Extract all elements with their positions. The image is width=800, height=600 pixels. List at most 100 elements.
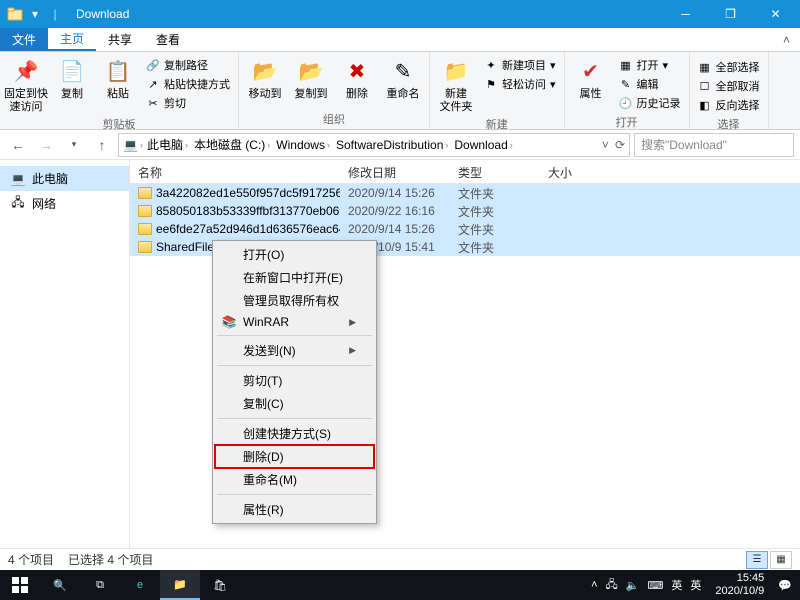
view-icons[interactable]: ▦ [770,551,792,569]
up-button[interactable]: ↑ [90,133,114,157]
col-date[interactable]: 修改日期 [340,160,450,183]
paste-icon: 📋 [104,58,132,86]
column-headers[interactable]: 名称 修改日期 类型 大小 [130,160,800,184]
copy-path-button[interactable]: 🔗复制路径 [142,56,234,74]
ctx-admin[interactable]: 管理员取得所有权 [215,289,374,312]
newitem-button[interactable]: ✦新建项目 ▾ [480,56,560,74]
back-button[interactable]: ← [6,133,30,157]
selectall-button[interactable]: ▦全部选择 [694,58,764,76]
cut-button[interactable]: ✂剪切 [142,94,234,112]
ctx-rename[interactable]: 重命名(M) [215,468,374,491]
dropdown-icon[interactable]: ˅ [602,138,609,152]
tab-share[interactable]: 共享 [96,28,144,51]
folder-icon [138,187,152,199]
close-button[interactable]: ✕ [753,0,798,28]
invert-button[interactable]: ◧反向选择 [694,96,764,114]
selectnone-icon: ☐ [698,79,712,93]
tray-ime-lang2[interactable]: 英 [690,577,701,593]
pin-button[interactable]: 📌固定到快 速访问 [4,54,48,114]
address-bar[interactable]: 💻 › 此电脑› 本地磁盘 (C:)› Windows› SoftwareDis… [118,133,630,157]
crumb[interactable]: 此电脑› [145,136,190,153]
start-button[interactable] [0,570,40,600]
view-details[interactable]: ☰ [746,551,768,569]
crumb[interactable]: Windows› [274,138,332,152]
forward-button[interactable]: → [34,133,58,157]
copyto-button[interactable]: 📂复制到 [289,54,333,101]
col-name[interactable]: 名称 [130,160,340,183]
winrar-icon: 📚 [221,314,237,330]
paste-shortcut-button[interactable]: ↗粘贴快捷方式 [142,75,234,93]
tray-volume-icon[interactable]: 🔈 [626,579,640,592]
table-row[interactable]: 3a422082ed1e550f957dc5f9172568622020/9/1… [130,184,800,202]
path-icon: 🔗 [146,58,160,72]
ctx-properties[interactable]: 属性(R) [215,498,374,521]
col-type[interactable]: 类型 [450,160,540,183]
recent-button[interactable]: ▾ [62,133,86,157]
tray-clock[interactable]: 15:452020/10/9 [709,572,770,597]
open-button[interactable]: ▦打开 ▾ [615,56,685,74]
delete-icon: ✖ [343,58,371,86]
menu-separator [217,365,372,366]
tray-network-icon[interactable]: 🖧 [606,576,618,595]
tray-ime[interactable]: ⌨ [647,579,663,592]
tray-ime-lang1[interactable]: 英 [671,577,682,593]
delete-button[interactable]: ✖删除 [335,54,379,101]
search-button[interactable]: 🔍 [40,570,80,600]
selectnone-button[interactable]: ☐全部取消 [694,77,764,95]
table-row[interactable]: ee6fde27a52d946d1d636576eac649692020/9/1… [130,220,800,238]
status-count: 4 个项目 [8,551,54,568]
ctx-open-new[interactable]: 在新窗口中打开(E) [215,266,374,289]
pc-icon: 💻 [10,171,26,187]
window-title: Download [76,7,129,21]
newitem-icon: ✦ [484,58,498,72]
search-input[interactable]: 搜索"Download" [634,133,794,157]
edit-button[interactable]: ✎编辑 [615,75,685,93]
edge-button[interactable]: e [120,570,160,600]
paste-button[interactable]: 📋粘贴 [96,54,140,101]
easyaccess-icon: ⚑ [484,77,498,91]
copyto-icon: 📂 [297,58,325,86]
crumb[interactable]: SoftwareDistribution› [334,138,450,152]
rename-icon: ✎ [389,58,417,86]
ribbon-tabs: 文件 主页 共享 查看 ˄ [0,28,800,52]
ctx-sendto[interactable]: 发送到(N)▶ [215,339,374,362]
nav-bar: ← → ▾ ↑ 💻 › 此电脑› 本地磁盘 (C:)› Windows› Sof… [0,130,800,160]
ctx-copy[interactable]: 复制(C) [215,392,374,415]
network-icon: 🖧 [10,196,26,212]
properties-icon: ✔ [577,58,605,86]
refresh-icon[interactable]: ⟳ [615,138,625,152]
col-size[interactable]: 大小 [540,160,610,183]
qat-item[interactable]: ▾ [26,5,44,23]
sidebar-item-thispc[interactable]: 💻此电脑 [0,166,129,191]
tab-view[interactable]: 查看 [144,28,192,51]
minimize-button[interactable]: ─ [663,0,708,28]
rename-button[interactable]: ✎重命名 [381,54,425,101]
table-row[interactable]: 858050183b53339ffbf313770eb069db2020/9/2… [130,202,800,220]
ribbon-collapse[interactable]: ˄ [773,28,800,51]
taskview-button[interactable]: ⧉ [80,570,120,600]
tab-home[interactable]: 主页 [48,28,96,51]
tab-file[interactable]: 文件 [0,28,48,51]
properties-button[interactable]: ✔属性 [569,54,613,101]
ctx-open[interactable]: 打开(O) [215,243,374,266]
ctx-shortcut[interactable]: 创建快捷方式(S) [215,422,374,445]
shortcut-icon: ↗ [146,77,160,91]
ctx-cut[interactable]: 剪切(T) [215,369,374,392]
moveto-button[interactable]: 📂移动到 [243,54,287,101]
newfolder-button[interactable]: 📁新建 文件夹 [434,54,478,114]
store-button[interactable]: 🛍 [200,570,240,600]
sidebar-item-network[interactable]: 🖧网络 [0,191,129,216]
maximize-button[interactable]: ❐ [708,0,753,28]
copy-button[interactable]: 📄复制 [50,54,94,101]
explorer-button[interactable]: 📁 [160,570,200,600]
tray-chevron[interactable]: ˄ [591,579,597,591]
crumb[interactable]: Download› [452,138,514,152]
crumb[interactable]: 本地磁盘 (C:)› [192,136,272,153]
status-selected: 已选择 4 个项目 [68,551,153,568]
history-button[interactable]: 🕘历史记录 [615,94,685,112]
tray-notifications-icon[interactable]: 💬 [778,579,792,592]
ctx-winrar[interactable]: 📚WinRAR▶ [215,312,374,332]
context-menu: 打开(O) 在新窗口中打开(E) 管理员取得所有权 📚WinRAR▶ 发送到(N… [212,240,377,524]
ctx-delete[interactable]: 删除(D) [215,445,374,468]
easyaccess-button[interactable]: ⚑轻松访问 ▾ [480,75,560,93]
